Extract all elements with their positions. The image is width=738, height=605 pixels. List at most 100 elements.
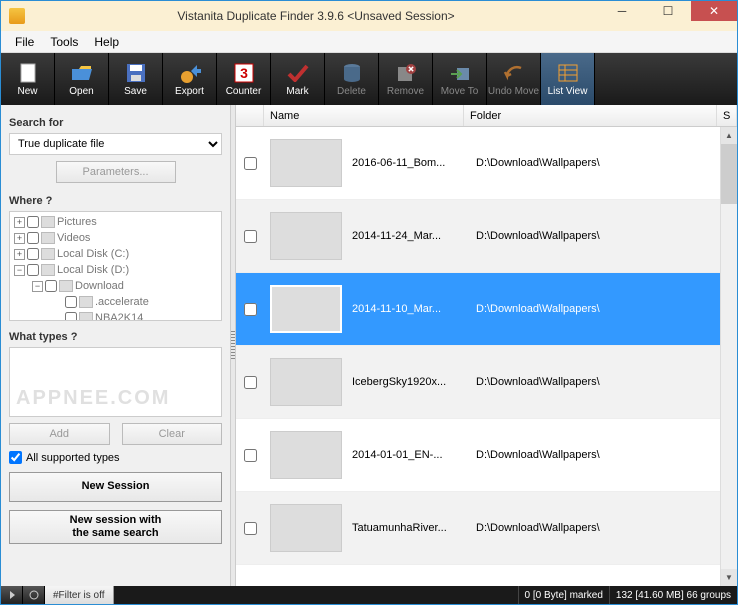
file-folder: D:\Download\Wallpapers\: [468, 449, 737, 461]
file-name: 2016-06-11_Bom...: [348, 157, 468, 169]
groups-status: 132 [41.60 MB] 66 groups: [609, 586, 737, 604]
file-folder: D:\Download\Wallpapers\: [468, 303, 737, 315]
toolbar-save[interactable]: Save: [109, 53, 163, 105]
toolbar-open[interactable]: Open: [55, 53, 109, 105]
toolbar-moveto[interactable]: Move To: [433, 53, 487, 105]
new-session-button[interactable]: New Session: [9, 472, 222, 502]
parameters-button[interactable]: Parameters...: [56, 161, 176, 183]
delete-icon: [340, 62, 364, 84]
toolbar: New Open Save Export 3Counter Mark Delet…: [1, 53, 737, 105]
toolbar-listview[interactable]: List View: [541, 53, 595, 105]
all-types-label: All supported types: [26, 452, 120, 464]
table-row[interactable]: 2016-06-11_Bom...D:\Download\Wallpapers\: [236, 127, 737, 200]
file-name: 2014-01-01_EN-...: [348, 449, 468, 461]
thumbnail: [270, 139, 342, 187]
menubar: File Tools Help: [1, 31, 737, 53]
statusbar: #Filter is off 0 [0 Byte] marked 132 [41…: [1, 586, 737, 604]
col-check[interactable]: [236, 105, 264, 126]
tree-item[interactable]: NBA2K14: [12, 310, 219, 321]
thumbnail: [270, 504, 342, 552]
row-checkbox[interactable]: [244, 449, 257, 462]
table-row[interactable]: IcebergSky1920x...D:\Download\Wallpapers…: [236, 346, 737, 419]
table-row[interactable]: TatuamunhaRiver...D:\Download\Wallpapers…: [236, 492, 737, 565]
tree-item[interactable]: +Pictures: [12, 214, 219, 230]
col-size[interactable]: S: [717, 105, 737, 126]
tree-item[interactable]: −Download: [12, 278, 219, 294]
new-session-same-button[interactable]: New session with the same search: [9, 510, 222, 544]
close-button[interactable]: ✕: [691, 1, 737, 21]
status-btn-2[interactable]: [23, 586, 45, 604]
file-folder: D:\Download\Wallpapers\: [468, 522, 737, 534]
column-header: Name Folder S: [236, 105, 737, 127]
marked-status: 0 [0 Byte] marked: [518, 586, 609, 604]
minimize-button[interactable]: ─: [599, 1, 645, 21]
menu-tools[interactable]: Tools: [42, 35, 86, 49]
col-folder[interactable]: Folder: [464, 105, 717, 126]
watermark: APPNEE.COM: [16, 387, 170, 410]
file-folder: D:\Download\Wallpapers\: [468, 376, 737, 388]
table-row[interactable]: 2014-11-24_Mar...D:\Download\Wallpapers\: [236, 200, 737, 273]
table-row[interactable]: 2014-01-01_EN-...D:\Download\Wallpapers\: [236, 419, 737, 492]
app-icon: [9, 8, 25, 24]
scroll-up[interactable]: ▲: [721, 127, 737, 144]
clear-button[interactable]: Clear: [122, 423, 223, 445]
thumbnail: [270, 431, 342, 479]
row-checkbox[interactable]: [244, 522, 257, 535]
where-label: Where ?: [9, 195, 222, 207]
search-for-combo[interactable]: True duplicate file: [9, 133, 222, 155]
toolbar-delete[interactable]: Delete: [325, 53, 379, 105]
titlebar: Vistanita Duplicate Finder 3.9.6 <Unsave…: [1, 1, 737, 31]
file-name: TatuamunhaRiver...: [348, 522, 468, 534]
menu-help[interactable]: Help: [86, 35, 127, 49]
scroll-down[interactable]: ▼: [721, 569, 737, 586]
file-name: IcebergSky1920x...: [348, 376, 468, 388]
toolbar-export[interactable]: Export: [163, 53, 217, 105]
table-row[interactable]: 2014-11-10_Mar...D:\Download\Wallpapers\: [236, 273, 737, 346]
scroll-thumb[interactable]: [721, 144, 737, 204]
window-title: Vistanita Duplicate Finder 3.9.6 <Unsave…: [33, 9, 599, 23]
row-checkbox[interactable]: [244, 303, 257, 316]
undo-icon: [502, 62, 526, 84]
toolbar-new[interactable]: New: [1, 53, 55, 105]
what-types-label: What types ?: [9, 331, 222, 343]
save-icon: [124, 62, 148, 84]
file-folder: D:\Download\Wallpapers\: [468, 230, 737, 242]
tree-item[interactable]: −Local Disk (D:): [12, 262, 219, 278]
maximize-button[interactable]: ☐: [645, 1, 691, 21]
row-checkbox[interactable]: [244, 157, 257, 170]
thumbnail: [270, 212, 342, 260]
remove-icon: [394, 62, 418, 84]
counter-icon: 3: [232, 62, 256, 84]
row-checkbox[interactable]: [244, 230, 257, 243]
types-box[interactable]: APPNEE.COM: [9, 347, 222, 417]
thumbnail: [270, 285, 342, 333]
svg-text:3: 3: [240, 65, 248, 81]
file-name: 2014-11-10_Mar...: [348, 303, 468, 315]
listview-icon: [556, 62, 580, 84]
folder-tree[interactable]: +Pictures+Videos+Local Disk (C:)−Local D…: [9, 211, 222, 321]
file-name: 2014-11-24_Mar...: [348, 230, 468, 242]
thumbnail: [270, 358, 342, 406]
toolbar-undo[interactable]: Undo Move: [487, 53, 541, 105]
toolbar-mark[interactable]: Mark: [271, 53, 325, 105]
toolbar-remove[interactable]: Remove: [379, 53, 433, 105]
tree-item[interactable]: +Local Disk (C:): [12, 246, 219, 262]
all-types-checkbox[interactable]: [9, 451, 22, 464]
col-name[interactable]: Name: [264, 105, 464, 126]
new-icon: [16, 62, 40, 84]
search-for-label: Search for: [9, 117, 222, 129]
export-icon: [178, 62, 202, 84]
tree-item[interactable]: .accelerate: [12, 294, 219, 310]
moveto-icon: [448, 62, 472, 84]
toolbar-counter[interactable]: 3Counter: [217, 53, 271, 105]
file-folder: D:\Download\Wallpapers\: [468, 157, 737, 169]
add-button[interactable]: Add: [9, 423, 110, 445]
results-list[interactable]: 2016-06-11_Bom...D:\Download\Wallpapers\…: [236, 127, 737, 586]
mark-icon: [286, 62, 310, 84]
row-checkbox[interactable]: [244, 376, 257, 389]
tree-item[interactable]: +Videos: [12, 230, 219, 246]
filter-status[interactable]: #Filter is off: [45, 586, 114, 604]
menu-file[interactable]: File: [7, 35, 42, 49]
status-btn-1[interactable]: [1, 586, 23, 604]
vertical-scrollbar[interactable]: ▲ ▼: [720, 127, 737, 586]
